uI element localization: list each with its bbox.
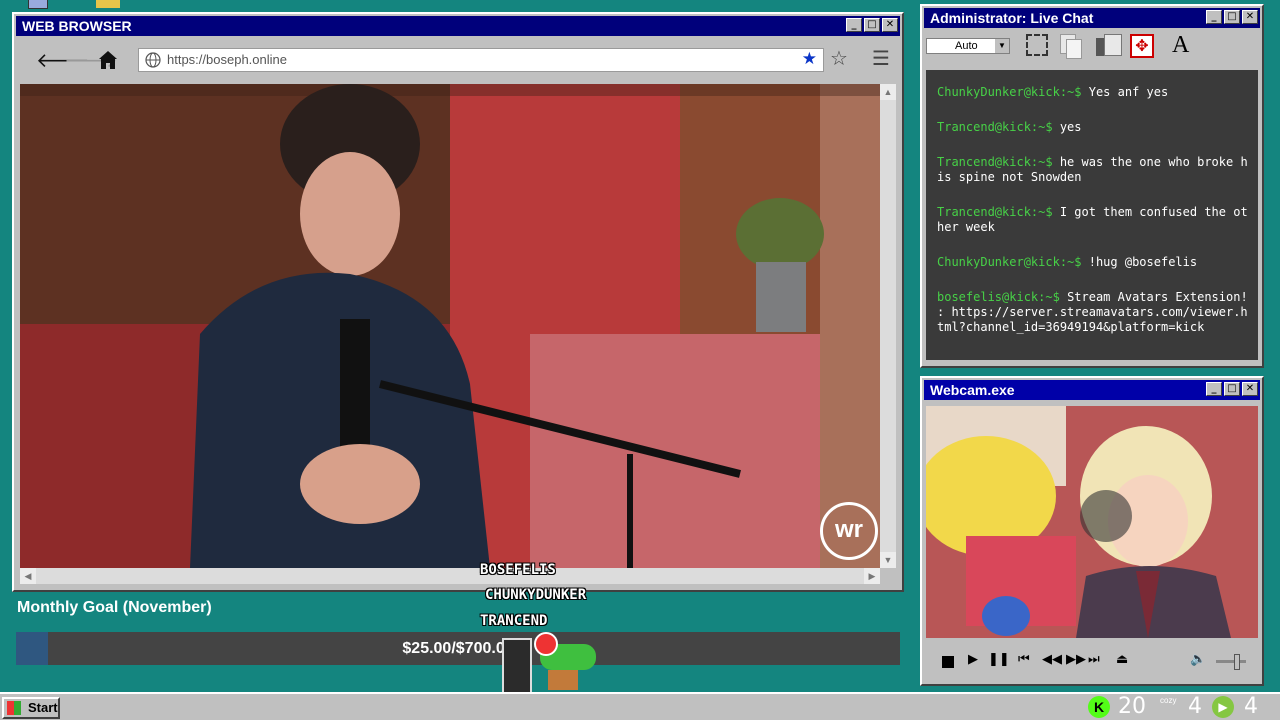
windows-logo-icon: [7, 701, 21, 715]
avatar-sprite-flower: [534, 632, 558, 656]
chat-message: Trancend@kick:~$ he was the one who brok…: [937, 155, 1248, 185]
chat-message: bosefelis@kick:~$ Stream Avatars Extensi…: [937, 290, 1248, 335]
chat-text: !hug @bosefelis: [1088, 255, 1198, 269]
maximize-button[interactable]: □: [1224, 10, 1240, 24]
goal-progress-bar: $25.00/$700.00: [16, 632, 900, 665]
close-button[interactable]: ✕: [1242, 10, 1258, 24]
desktop-icon-folder[interactable]: [96, 0, 120, 8]
play-icon[interactable]: ▶: [968, 652, 978, 667]
chat-username[interactable]: Trancend@kick:~$: [937, 205, 1053, 219]
avatar-name-chunkydunker: CHUNKYDUNKER: [485, 587, 587, 603]
kick-viewer-count: 20: [1118, 694, 1146, 719]
scroll-down-button[interactable]: ▼: [880, 552, 896, 568]
browser-titlebar[interactable]: WEB BROWSER _ □ ✕: [16, 16, 900, 36]
volume-slider[interactable]: [1216, 654, 1246, 670]
avatar-sprite-knight: [502, 638, 532, 696]
chat-username[interactable]: Trancend@kick:~$: [937, 120, 1053, 134]
skip-forward-icon[interactable]: ⏭: [1088, 652, 1100, 667]
chat-titlebar[interactable]: Administrator: Live Chat _ □ ✕: [924, 8, 1260, 28]
webcam-title: Webcam.exe: [930, 382, 1015, 398]
close-button[interactable]: ✕: [1242, 382, 1258, 396]
volume-icon[interactable]: 🔈: [1190, 652, 1206, 667]
maximize-button[interactable]: □: [864, 18, 880, 32]
globe-icon: [145, 52, 161, 68]
pause-icon[interactable]: ❚❚: [988, 652, 1010, 667]
browser-title: WEB BROWSER: [22, 18, 132, 34]
minimize-button[interactable]: _: [1206, 10, 1222, 24]
minimize-button[interactable]: _: [846, 18, 862, 32]
minimize-button[interactable]: _: [1206, 382, 1222, 396]
chat-message: Trancend@kick:~$ yes: [937, 120, 1248, 135]
desktop-icon-computer[interactable]: [28, 0, 48, 9]
eject-icon[interactable]: ⏏: [1116, 652, 1128, 667]
chat-text: Yes anf yes: [1088, 85, 1169, 99]
chat-username[interactable]: ChunkyDunker@kick:~$: [937, 85, 1082, 99]
volume-slider-thumb[interactable]: [1234, 654, 1240, 670]
rewind-icon[interactable]: ◀◀: [1042, 652, 1062, 667]
webcam-feed: [926, 406, 1258, 638]
menu-icon[interactable]: ☰: [872, 46, 890, 70]
video-frame: [20, 84, 880, 568]
stream-avatars-sprites: [494, 632, 604, 696]
favorites-star-icon[interactable]: ☆: [830, 46, 848, 70]
chat-message: Trancend@kick:~$ I got them confused the…: [937, 205, 1248, 235]
scroll-right-button[interactable]: ▶: [864, 568, 880, 584]
fast-forward-icon[interactable]: ▶▶: [1066, 652, 1086, 667]
copy-icon[interactable]: [1060, 34, 1082, 59]
move-tool-icon[interactable]: ✥: [1130, 34, 1154, 58]
url-text: https://boseph.online: [167, 52, 287, 67]
address-bar[interactable]: https://boseph.online ★: [138, 48, 824, 72]
close-button[interactable]: ✕: [882, 18, 898, 32]
avatar-name-trancend: TRANCEND: [480, 613, 548, 629]
maximize-button[interactable]: □: [1224, 382, 1240, 396]
webcam-avatar-image: [926, 406, 1258, 638]
horizontal-scrollbar[interactable]: ◀ ▶: [20, 568, 880, 584]
skip-back-icon[interactable]: ⏮: [1018, 652, 1030, 667]
scroll-left-button[interactable]: ◀: [20, 568, 36, 584]
cozy-viewer-count: 4: [1188, 694, 1202, 719]
chat-username[interactable]: ChunkyDunker@kick:~$: [937, 255, 1082, 269]
chevron-down-icon[interactable]: ▼: [995, 39, 1009, 53]
goal-label: Monthly Goal (November): [17, 599, 212, 616]
avatar-sprite-pot: [548, 670, 578, 690]
chat-message-list[interactable]: ChunkyDunker@kick:~$ Yes anf yes Trancen…: [926, 70, 1258, 360]
cozy-label: cozy: [1160, 696, 1177, 705]
chat-message: ChunkyDunker@kick:~$ !hug @bosefelis: [937, 255, 1248, 270]
bookmark-star-icon[interactable]: ★: [802, 49, 817, 69]
chat-username[interactable]: Trancend@kick:~$: [937, 155, 1053, 169]
rumble-viewer-count: 4: [1244, 694, 1258, 719]
chat-username[interactable]: bosefelis@kick:~$: [937, 290, 1060, 304]
scroll-up-button[interactable]: ▲: [880, 84, 896, 100]
rumble-icon[interactable]: ▶: [1212, 696, 1234, 718]
font-select[interactable]: Auto ▼: [926, 38, 1010, 54]
video-watermark-logo: wr: [820, 502, 878, 560]
chat-title: Administrator: Live Chat: [930, 10, 1094, 26]
goal-amount: $25.00/$700.00: [402, 640, 514, 657]
vertical-scrollbar[interactable]: ▲ ▼: [880, 84, 896, 568]
chat-toolbar: Auto ▼ ✥ A: [924, 30, 1260, 66]
taskbar: Start K 20 cozy 4 ▶ 4: [0, 692, 1280, 720]
chat-text: yes: [1059, 120, 1082, 134]
media-controls: ▶ ❚❚ ⏮ ◀◀ ▶▶ ⏭ ⏏ 🔈: [926, 644, 1258, 678]
paste-icon[interactable]: [1094, 34, 1122, 58]
avatar-name-bosefelis: BOSEFELIS: [480, 562, 556, 578]
browser-navbar: 🡐 🡒 https://boseph.online ★ ☆ ☰: [16, 42, 896, 78]
home-icon[interactable]: [98, 50, 118, 70]
start-button[interactable]: Start: [2, 697, 60, 719]
kick-icon[interactable]: K: [1088, 696, 1110, 718]
chat-message: ChunkyDunker@kick:~$ Yes anf yes: [937, 85, 1248, 100]
stop-icon[interactable]: [942, 656, 954, 668]
video-player[interactable]: wr: [20, 84, 880, 568]
select-tool-icon[interactable]: [1026, 34, 1048, 56]
font-tool-icon[interactable]: A: [1172, 32, 1189, 59]
webcam-titlebar[interactable]: Webcam.exe _ □ ✕: [924, 380, 1260, 400]
